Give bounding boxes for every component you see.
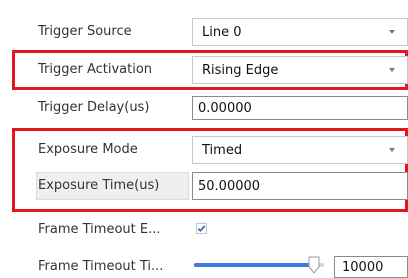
trigger-delay-value: 0.00000 (198, 101, 252, 116)
slider-thumb-icon[interactable] (308, 256, 320, 274)
trigger-delay-label: Trigger Delay(us) (38, 100, 150, 115)
trigger-source-dropdown[interactable]: Line 0 (192, 18, 408, 46)
frame-timeout-time-value: 10000 (342, 260, 384, 275)
property-row-exposure-time: Exposure Time(us) 50.00000 (0, 172, 408, 200)
frame-timeout-time-input[interactable]: 10000 (334, 256, 408, 278)
chevron-down-icon[interactable] (389, 148, 395, 152)
exposure-time-input[interactable]: 50.00000 (192, 172, 408, 200)
frame-timeout-slider-track[interactable] (194, 263, 324, 267)
exposure-time-value: 50.00000 (198, 179, 261, 194)
exposure-mode-dropdown[interactable]: Timed (192, 136, 408, 164)
property-row-frame-timeout-enable: Frame Timeout E... (0, 221, 408, 239)
camera-properties-panel: Trigger Source Line 0 Trigger Activation… (0, 0, 408, 278)
frame-timeout-slider-fill (194, 263, 314, 267)
trigger-activation-dropdown[interactable]: Rising Edge (192, 56, 408, 84)
chevron-down-icon[interactable] (389, 68, 395, 72)
trigger-source-label: Trigger Source (38, 24, 132, 39)
exposure-mode-label: Exposure Mode (38, 142, 138, 157)
property-row-frame-timeout-time: Frame Timeout Ti... 10000 (0, 256, 408, 278)
checkmark-icon[interactable] (196, 223, 207, 234)
exposure-mode-value: Timed (202, 143, 243, 158)
trigger-activation-value: Rising Edge (202, 63, 279, 78)
property-row-trigger-source: Trigger Source Line 0 (0, 18, 408, 46)
property-row-trigger-activation: Trigger Activation Rising Edge (0, 56, 408, 84)
frame-timeout-time-label: Frame Timeout Ti... (38, 259, 164, 274)
property-row-exposure-mode: Exposure Mode Timed (0, 136, 408, 164)
chevron-down-icon[interactable] (389, 30, 395, 34)
property-row-trigger-delay: Trigger Delay(us) 0.00000 (0, 96, 408, 120)
exposure-time-label: Exposure Time(us) (38, 178, 160, 193)
trigger-delay-input[interactable]: 0.00000 (192, 96, 408, 120)
trigger-activation-label: Trigger Activation (38, 62, 153, 77)
frame-timeout-enable-label: Frame Timeout E... (38, 222, 161, 237)
trigger-source-value: Line 0 (202, 25, 242, 40)
